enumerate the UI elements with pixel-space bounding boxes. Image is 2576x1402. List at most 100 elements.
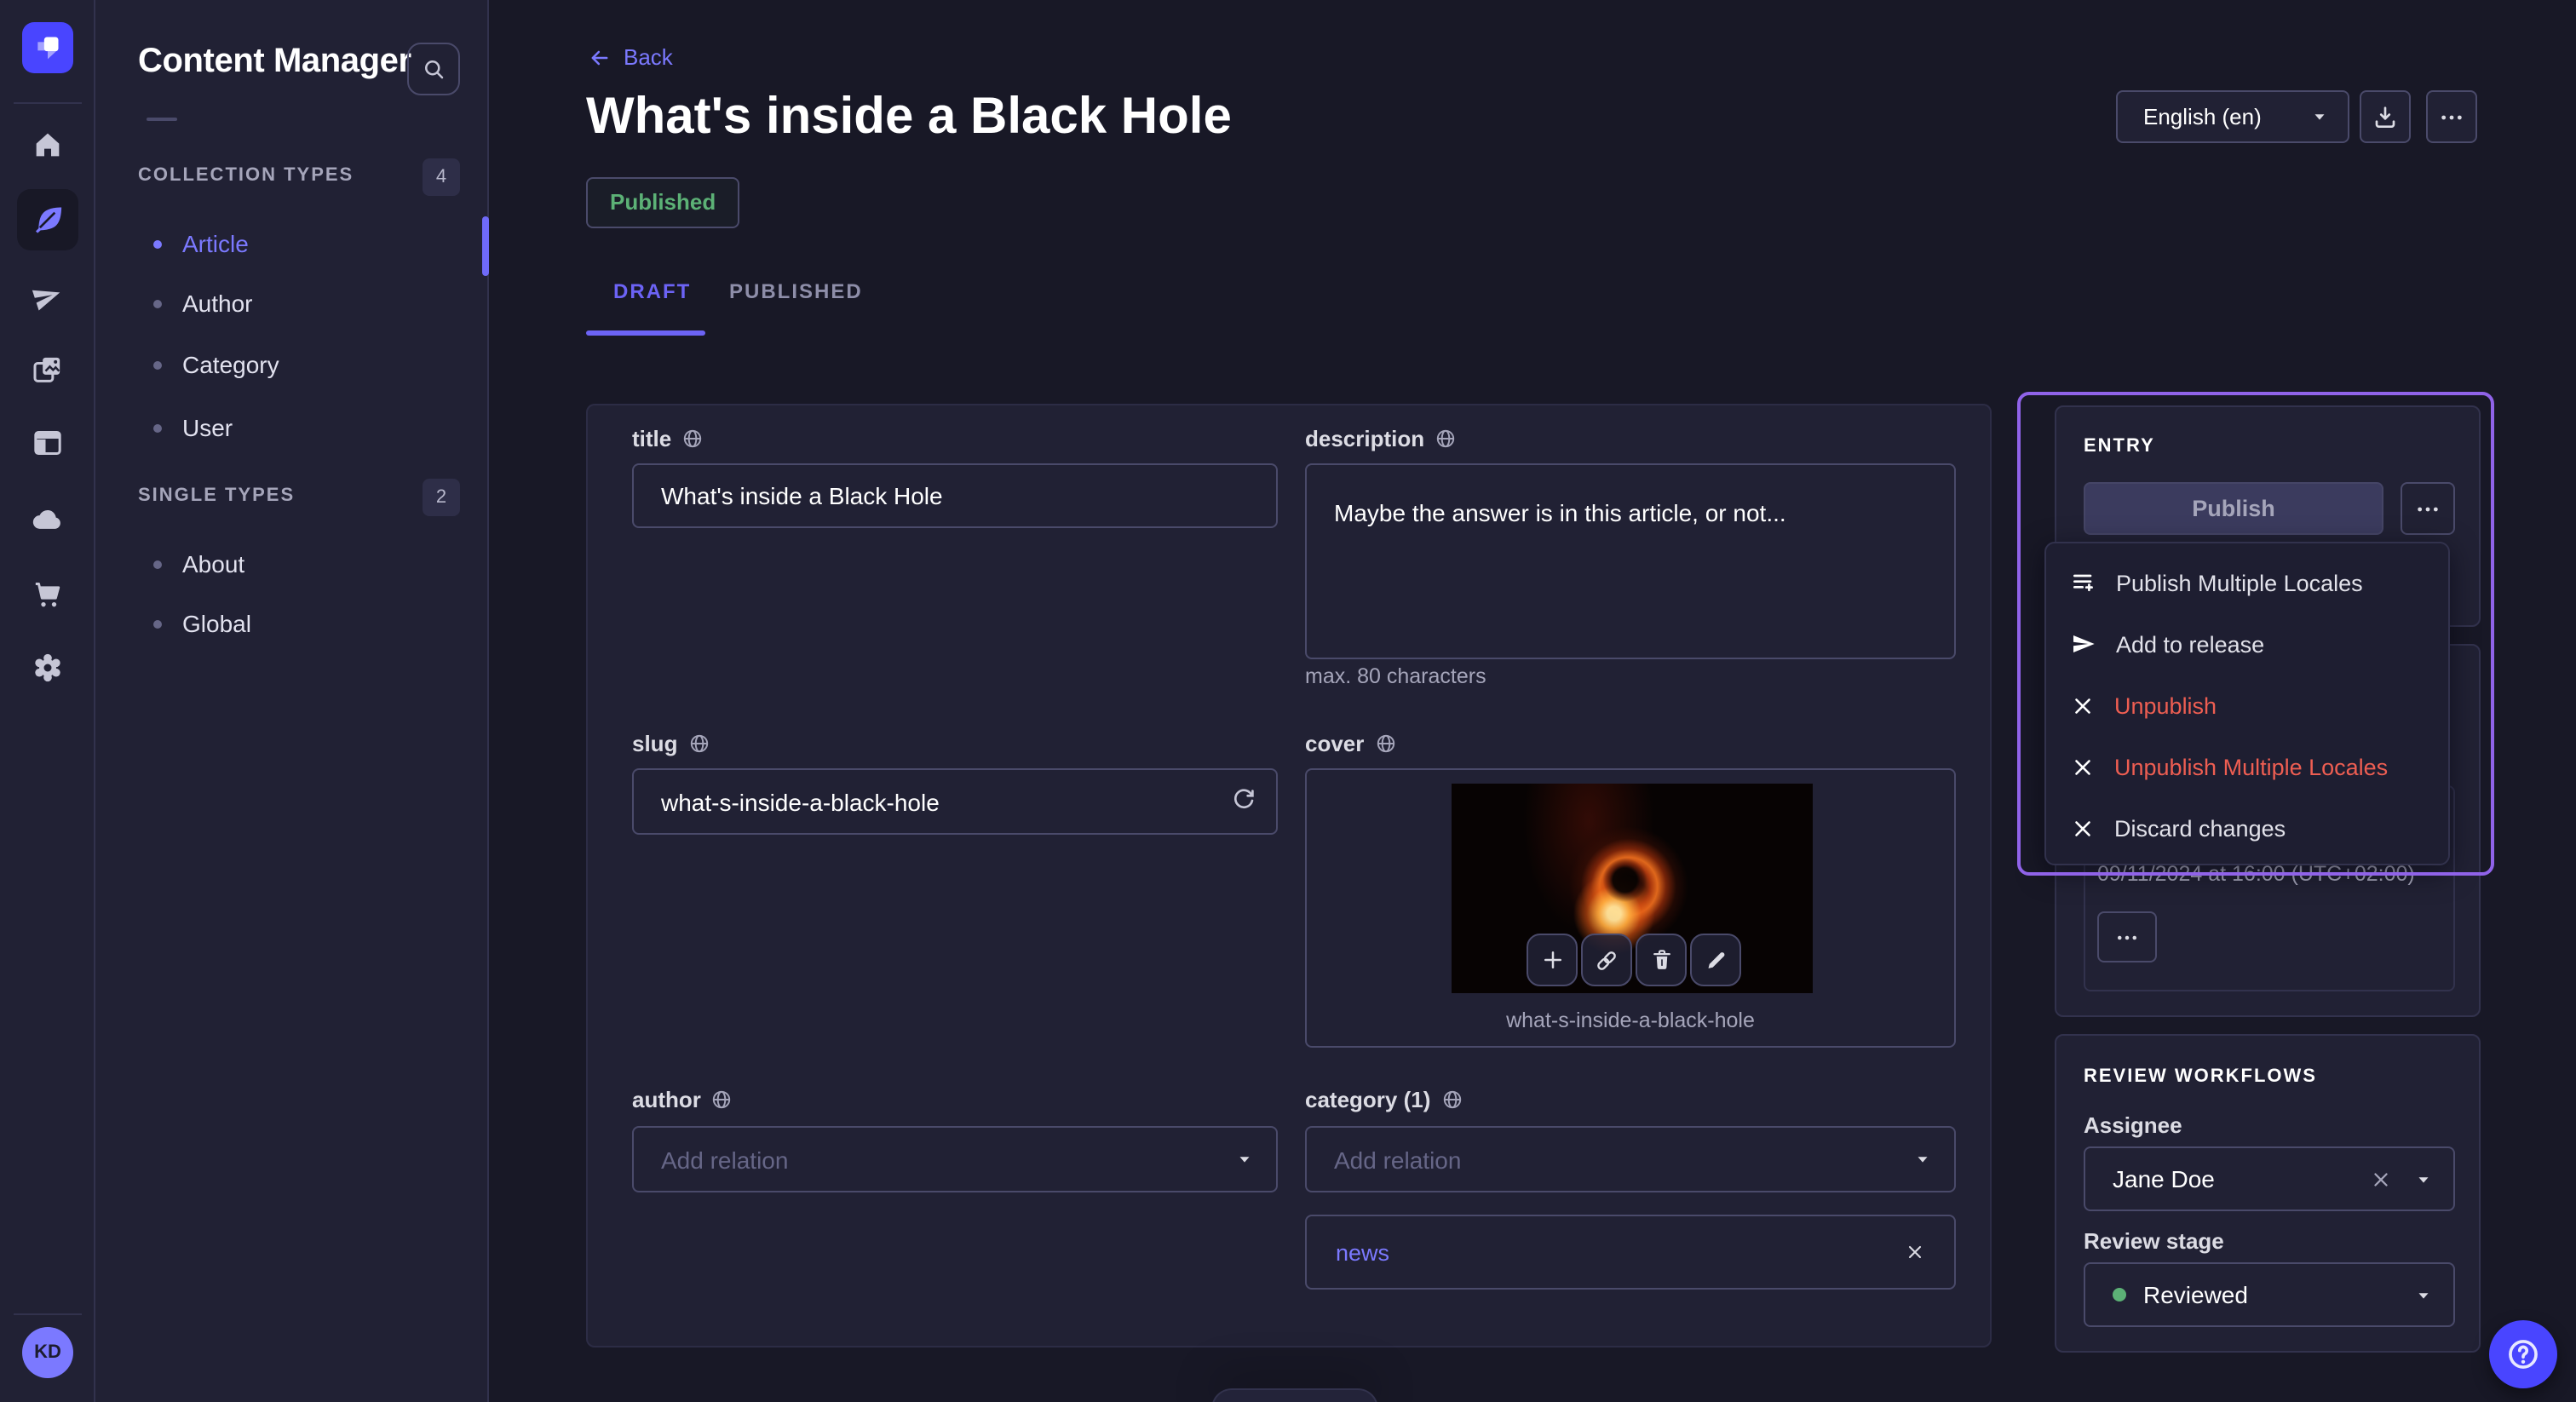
- edit-asset-button[interactable]: [1690, 934, 1741, 986]
- chevron-down-icon: [2414, 1169, 2433, 1188]
- sidebar-item-user[interactable]: User: [153, 411, 233, 445]
- bullet-icon: [153, 560, 162, 568]
- cross-icon: [2070, 754, 2096, 779]
- more-options-button[interactable]: [2426, 90, 2477, 143]
- clear-assignee-icon[interactable]: [2370, 1168, 2392, 1190]
- chevron-down-icon: [2310, 107, 2329, 126]
- send-icon[interactable]: [31, 279, 65, 313]
- menu-item-publish-multiple-locales[interactable]: Publish Multiple Locales: [2046, 552, 2448, 613]
- sidebar-item-label: User: [182, 414, 233, 441]
- search-icon: [421, 56, 446, 82]
- single-types-count: 2: [423, 479, 460, 516]
- entry-more-button[interactable]: [2401, 482, 2455, 535]
- sidebar-item-label: About: [182, 550, 244, 577]
- relation-link[interactable]: news: [1336, 1239, 1905, 1265]
- strapi-logo[interactable]: [22, 22, 73, 73]
- slug-field-label: slug: [632, 731, 710, 756]
- remove-relation-icon[interactable]: [1905, 1242, 1925, 1262]
- delete-asset-button[interactable]: [1636, 934, 1687, 986]
- sidebar-item-category[interactable]: Category: [153, 348, 279, 382]
- link-icon: [1593, 946, 1620, 974]
- tab-published[interactable]: PUBLISHED: [729, 279, 863, 303]
- media-library-icon[interactable]: [31, 353, 65, 387]
- subnav-scrollbar-thumb[interactable]: [482, 216, 489, 276]
- review-stage-combobox[interactable]: Reviewed: [2084, 1262, 2455, 1327]
- cover-actions: [1527, 934, 1741, 986]
- bullet-icon: [153, 239, 162, 248]
- tab-draft[interactable]: DRAFT: [613, 279, 691, 303]
- sidebar-item-global[interactable]: Global: [153, 606, 251, 641]
- collection-types-count: 4: [423, 158, 460, 196]
- assignee-combobox[interactable]: Jane Doe: [2084, 1146, 2455, 1211]
- globe-icon: [711, 1089, 733, 1111]
- collapsed-drawer-handle[interactable]: [1211, 1388, 1378, 1402]
- ellipsis-icon: [2414, 495, 2441, 522]
- list-plus-icon: [2070, 569, 2097, 596]
- layout-icon[interactable]: [31, 426, 65, 460]
- slug-input[interactable]: [632, 768, 1278, 835]
- scheduled-more-button[interactable]: [2097, 911, 2157, 962]
- search-button[interactable]: [407, 43, 460, 95]
- chevron-down-icon: [2414, 1285, 2433, 1304]
- relation-item-news: news: [1305, 1215, 1956, 1290]
- sidebar-item-label: Global: [182, 610, 251, 637]
- download-icon: [2372, 103, 2399, 130]
- ellipsis-icon: [2438, 103, 2465, 130]
- category-relation-input[interactable]: [1305, 1126, 1956, 1192]
- publish-options-menu: Publish Multiple Locales Add to release …: [2044, 542, 2450, 865]
- help-button[interactable]: [2489, 1320, 2557, 1388]
- home-icon[interactable]: [31, 128, 65, 162]
- locale-select[interactable]: English (en): [2116, 90, 2349, 143]
- menu-item-add-to-release[interactable]: Add to release: [2046, 613, 2448, 675]
- cart-icon[interactable]: [31, 577, 65, 612]
- globe-icon: [1435, 428, 1457, 450]
- publish-button[interactable]: Publish: [2084, 482, 2383, 535]
- bullet-icon: [153, 619, 162, 628]
- back-label: Back: [624, 44, 673, 70]
- cross-icon: [2070, 815, 2096, 841]
- copy-link-button[interactable]: [1581, 934, 1632, 986]
- sidebar-item-label: Category: [182, 351, 279, 378]
- globe-icon: [1440, 1089, 1463, 1111]
- add-asset-button[interactable]: [1527, 934, 1578, 986]
- rail-divider-bottom: [14, 1313, 82, 1315]
- collection-types-label: COLLECTION TYPES: [138, 165, 354, 186]
- avatar[interactable]: KD: [22, 1327, 73, 1378]
- app-window: KD Content Manager COLLECTION TYPES 4 Ar…: [0, 0, 2576, 1402]
- stage-status-dot: [2113, 1288, 2126, 1301]
- entry-panel-title: ENTRY: [2084, 436, 2155, 457]
- description-textarea[interactable]: Maybe the answer is in this article, or …: [1305, 463, 1956, 659]
- menu-item-discard-changes[interactable]: Discard changes: [2046, 797, 2448, 859]
- subnav-divider: [147, 118, 177, 121]
- back-link[interactable]: Back: [588, 44, 673, 70]
- arrow-left-icon: [588, 45, 612, 69]
- rail-divider: [14, 102, 82, 104]
- sidebar-item-author[interactable]: Author: [153, 286, 253, 320]
- plus-icon: [1539, 947, 1565, 973]
- sidebar-item-label: Article: [182, 230, 249, 257]
- globe-icon: [687, 733, 710, 755]
- menu-item-unpublish-multiple-locales[interactable]: Unpublish Multiple Locales: [2046, 736, 2448, 797]
- sidebar-item-about[interactable]: About: [153, 547, 244, 581]
- active-tab-indicator: [586, 330, 705, 336]
- review-workflows-title: REVIEW WORKFLOWS: [2084, 1066, 2317, 1087]
- sidebar-item-article[interactable]: Article: [153, 227, 249, 261]
- page-title: What's inside a Black Hole: [586, 89, 1232, 147]
- stage-value: Reviewed: [2143, 1281, 2414, 1308]
- status-badge: Published: [586, 177, 739, 228]
- scheduled-date: 09/11/2024 at 16:00 (UTC+02:00): [2097, 862, 2415, 886]
- title-input[interactable]: [632, 463, 1278, 528]
- question-icon: [2504, 1336, 2542, 1373]
- sidebar-item-content-manager-active[interactable]: [17, 189, 78, 250]
- icon-rail: KD: [0, 0, 95, 1402]
- gear-icon[interactable]: [31, 651, 65, 685]
- author-relation-input[interactable]: [632, 1126, 1278, 1192]
- menu-item-unpublish[interactable]: Unpublish: [2046, 675, 2448, 736]
- download-button[interactable]: [2360, 90, 2411, 143]
- title-field-label: title: [632, 426, 704, 451]
- cloud-icon[interactable]: [31, 503, 65, 537]
- ellipsis-icon: [2114, 924, 2140, 950]
- assignee-label: Assignee: [2084, 1112, 2182, 1138]
- feather-icon: [31, 203, 65, 237]
- regenerate-slug-icon[interactable]: [1230, 787, 1257, 814]
